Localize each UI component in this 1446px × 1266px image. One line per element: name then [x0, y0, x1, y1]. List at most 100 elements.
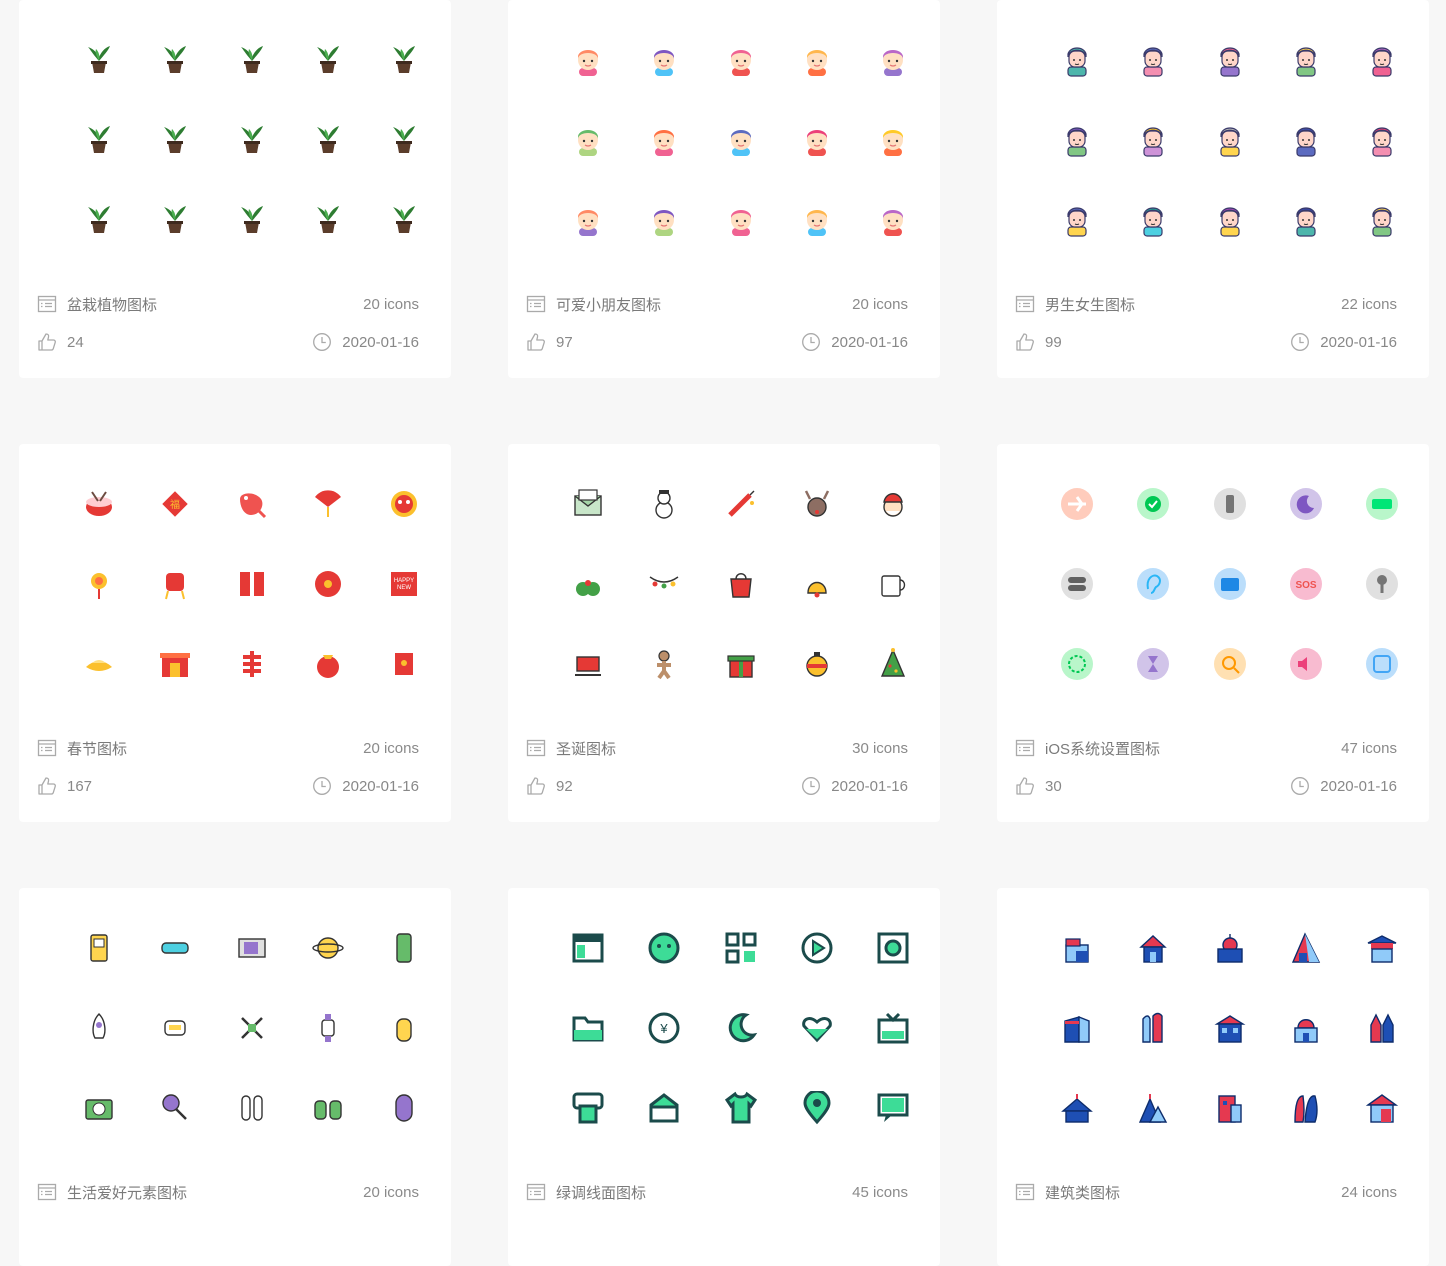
spring-festival-icon[interactable]	[311, 567, 345, 601]
ios-settings-icon[interactable]	[1136, 567, 1170, 601]
boys-girls-icon[interactable]	[1136, 43, 1170, 77]
potted-plants-icon[interactable]	[158, 43, 192, 77]
green-line-fill-icon[interactable]	[800, 931, 834, 965]
christmas-icon[interactable]	[800, 647, 834, 681]
green-line-fill-icon[interactable]	[724, 1091, 758, 1125]
icon-set-card[interactable]: 盆栽植物图标 20 icons 24 2020-01-16	[19, 0, 451, 378]
like-thumb-icon[interactable]	[37, 332, 57, 352]
spring-festival-icon[interactable]	[235, 487, 269, 521]
ios-settings-icon[interactable]	[1213, 487, 1247, 521]
cute-kids-icon[interactable]	[647, 43, 681, 77]
buildings-icon[interactable]	[1213, 931, 1247, 965]
potted-plants-icon[interactable]	[311, 43, 345, 77]
ios-settings-icon[interactable]	[1365, 647, 1399, 681]
hobbies-icon[interactable]	[158, 931, 192, 965]
spring-festival-icon[interactable]: HAPPY NEW	[387, 567, 421, 601]
ios-settings-icon[interactable]	[1213, 567, 1247, 601]
green-line-fill-icon[interactable]	[571, 1011, 605, 1045]
spring-festival-icon[interactable]	[387, 487, 421, 521]
hobbies-icon[interactable]	[311, 931, 345, 965]
green-line-fill-icon[interactable]	[571, 931, 605, 965]
spring-festival-icon[interactable]	[235, 567, 269, 601]
potted-plants-icon[interactable]	[387, 43, 421, 77]
christmas-icon[interactable]	[724, 487, 758, 521]
green-line-fill-icon[interactable]	[647, 931, 681, 965]
christmas-icon[interactable]	[876, 647, 910, 681]
hobbies-icon[interactable]	[82, 1091, 116, 1125]
boys-girls-icon[interactable]	[1289, 123, 1323, 157]
like-thumb-icon[interactable]	[37, 776, 57, 796]
icon-set-card[interactable]: 生活爱好元素图标 20 icons	[19, 888, 451, 1266]
hobbies-icon[interactable]	[235, 931, 269, 965]
hobbies-icon[interactable]	[235, 1091, 269, 1125]
spring-festival-icon[interactable]	[82, 487, 116, 521]
green-line-fill-icon[interactable]	[800, 1011, 834, 1045]
boys-girls-icon[interactable]	[1213, 203, 1247, 237]
potted-plants-icon[interactable]	[235, 43, 269, 77]
hobbies-icon[interactable]	[82, 931, 116, 965]
cute-kids-icon[interactable]	[724, 43, 758, 77]
green-line-fill-icon[interactable]	[724, 931, 758, 965]
spring-festival-icon[interactable]	[158, 567, 192, 601]
icon-set-title[interactable]: 圣诞图标	[556, 738, 616, 759]
icon-set-title[interactable]: 绿调线面图标	[556, 1182, 646, 1203]
hobbies-icon[interactable]	[387, 1011, 421, 1045]
buildings-icon[interactable]	[1289, 1011, 1323, 1045]
buildings-icon[interactable]	[1060, 931, 1094, 965]
potted-plants-icon[interactable]	[235, 203, 269, 237]
icon-set-title[interactable]: 盆栽植物图标	[67, 294, 157, 315]
buildings-icon[interactable]	[1365, 1091, 1399, 1125]
potted-plants-icon[interactable]	[158, 123, 192, 157]
like-thumb-icon[interactable]	[1015, 332, 1035, 352]
spring-festival-icon[interactable]: 福	[158, 487, 192, 521]
ios-settings-icon[interactable]	[1060, 647, 1094, 681]
potted-plants-icon[interactable]	[158, 203, 192, 237]
christmas-icon[interactable]	[571, 487, 605, 521]
buildings-icon[interactable]	[1060, 1011, 1094, 1045]
christmas-icon[interactable]	[800, 567, 834, 601]
christmas-icon[interactable]	[571, 647, 605, 681]
icon-set-title[interactable]: 建筑类图标	[1045, 1182, 1120, 1203]
ios-settings-icon[interactable]	[1060, 567, 1094, 601]
spring-festival-icon[interactable]	[311, 647, 345, 681]
icon-set-title[interactable]: 男生女生图标	[1045, 294, 1135, 315]
green-line-fill-icon[interactable]	[800, 1091, 834, 1125]
potted-plants-icon[interactable]	[387, 203, 421, 237]
christmas-icon[interactable]	[571, 567, 605, 601]
icon-set-card[interactable]: 圣诞图标 30 icons 92 2020-01-16	[508, 444, 940, 822]
cute-kids-icon[interactable]	[724, 123, 758, 157]
boys-girls-icon[interactable]	[1213, 43, 1247, 77]
potted-plants-icon[interactable]	[235, 123, 269, 157]
buildings-icon[interactable]	[1136, 1091, 1170, 1125]
buildings-icon[interactable]	[1289, 931, 1323, 965]
icon-set-card[interactable]: 福 HAPPY NEW 春节图标 20 icons 167 2020-01-16	[19, 444, 451, 822]
icon-set-title[interactable]: 可爱小朋友图标	[556, 294, 661, 315]
potted-plants-icon[interactable]	[311, 203, 345, 237]
cute-kids-icon[interactable]	[647, 203, 681, 237]
green-line-fill-icon[interactable]	[724, 1011, 758, 1045]
icon-set-title[interactable]: 生活爱好元素图标	[67, 1182, 187, 1203]
cute-kids-icon[interactable]	[800, 123, 834, 157]
buildings-icon[interactable]	[1365, 1011, 1399, 1045]
cute-kids-icon[interactable]	[876, 123, 910, 157]
spring-festival-icon[interactable]	[82, 567, 116, 601]
cute-kids-icon[interactable]	[800, 43, 834, 77]
boys-girls-icon[interactable]	[1289, 203, 1323, 237]
spring-festival-icon[interactable]	[82, 647, 116, 681]
boys-girls-icon[interactable]	[1213, 123, 1247, 157]
spring-festival-icon[interactable]	[387, 647, 421, 681]
christmas-icon[interactable]	[800, 487, 834, 521]
buildings-icon[interactable]	[1213, 1091, 1247, 1125]
hobbies-icon[interactable]	[387, 1091, 421, 1125]
boys-girls-icon[interactable]	[1289, 43, 1323, 77]
icon-set-card[interactable]: 可爱小朋友图标 20 icons 97 2020-01-16	[508, 0, 940, 378]
green-line-fill-icon[interactable]: ¥	[647, 1011, 681, 1045]
cute-kids-icon[interactable]	[647, 123, 681, 157]
christmas-icon[interactable]	[724, 567, 758, 601]
cute-kids-icon[interactable]	[571, 123, 605, 157]
boys-girls-icon[interactable]	[1136, 203, 1170, 237]
cute-kids-icon[interactable]	[876, 43, 910, 77]
like-thumb-icon[interactable]	[526, 776, 546, 796]
boys-girls-icon[interactable]	[1060, 203, 1094, 237]
ios-settings-icon[interactable]	[1365, 487, 1399, 521]
